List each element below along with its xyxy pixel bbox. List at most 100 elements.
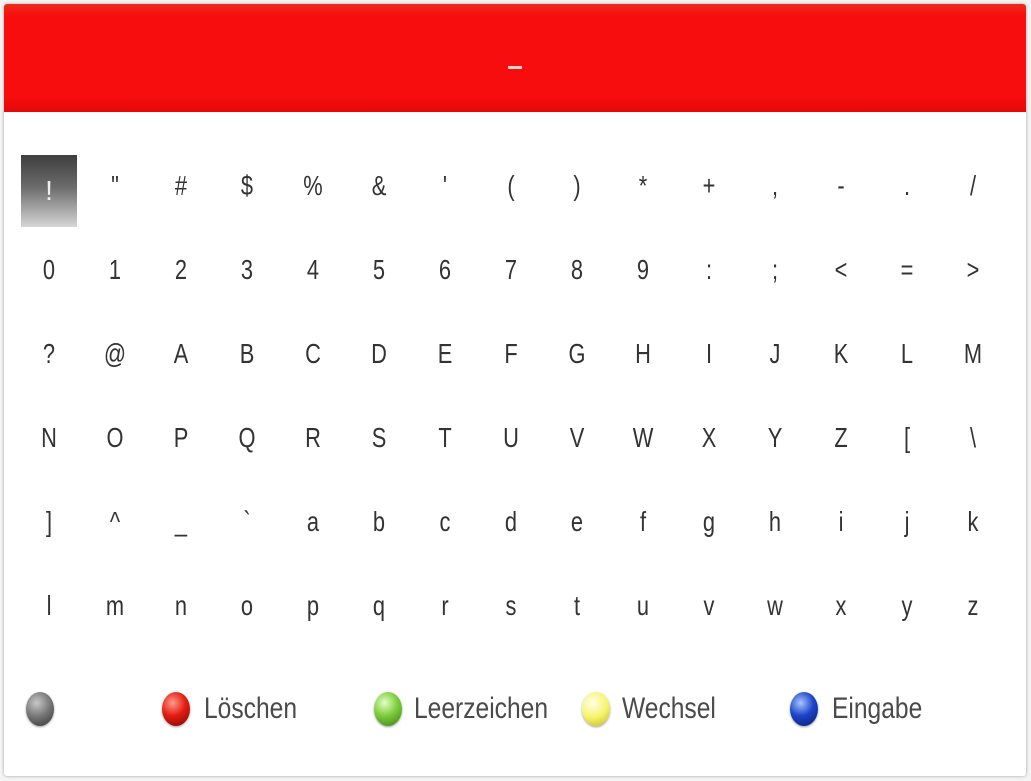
key-button[interactable]: l xyxy=(23,564,74,648)
legend-delete-label: Löschen xyxy=(204,692,298,725)
key-button[interactable]: \ xyxy=(947,396,998,480)
key-button[interactable]: b xyxy=(353,480,404,564)
key-button[interactable]: ; xyxy=(749,228,800,312)
key-button[interactable]: @ xyxy=(89,312,140,396)
key-button[interactable]: K xyxy=(815,312,866,396)
key-button[interactable]: 5 xyxy=(353,228,404,312)
key-button[interactable]: > xyxy=(947,228,998,312)
key-button[interactable]: P xyxy=(155,396,206,480)
key-button[interactable]: v xyxy=(683,564,734,648)
key-button[interactable]: Z xyxy=(815,396,866,480)
key-button[interactable]: ? xyxy=(23,312,74,396)
key-button[interactable]: J xyxy=(749,312,800,396)
key-button[interactable]: T xyxy=(419,396,470,480)
key-button[interactable]: = xyxy=(881,228,932,312)
key-button[interactable]: d xyxy=(485,480,536,564)
key-button[interactable]: j xyxy=(881,480,932,564)
legend-enter-label: Eingabe xyxy=(832,692,923,725)
key-button-selected[interactable]: ! xyxy=(16,144,82,228)
key-button[interactable]: V xyxy=(551,396,602,480)
key-button[interactable]: i xyxy=(815,480,866,564)
key-button[interactable]: / xyxy=(947,144,998,228)
key-button[interactable]: x xyxy=(815,564,866,648)
key-button[interactable]: U xyxy=(485,396,536,480)
key-button[interactable]: $ xyxy=(221,144,272,228)
key-button[interactable]: ` xyxy=(221,480,272,564)
key-button[interactable]: g xyxy=(683,480,734,564)
key-button[interactable]: M xyxy=(947,312,998,396)
key-button[interactable]: O xyxy=(89,396,140,480)
key-button[interactable]: ) xyxy=(551,144,602,228)
key-button[interactable]: e xyxy=(551,480,602,564)
key-button[interactable]: " xyxy=(89,144,140,228)
legend-switch[interactable]: Wechsel xyxy=(582,679,737,739)
key-button[interactable]: C xyxy=(287,312,338,396)
key-button[interactable]: : xyxy=(683,228,734,312)
key-button[interactable]: r xyxy=(419,564,470,648)
key-button[interactable]: X xyxy=(683,396,734,480)
legend-space-label: Leerzeichen xyxy=(414,692,549,725)
key-button[interactable]: + xyxy=(683,144,734,228)
key-button[interactable]: W xyxy=(617,396,668,480)
key-button[interactable]: I xyxy=(683,312,734,396)
key-button[interactable]: B xyxy=(221,312,272,396)
key-button[interactable]: p xyxy=(287,564,338,648)
key-button[interactable]: % xyxy=(287,144,338,228)
key-button[interactable]: ' xyxy=(419,144,470,228)
text-cursor xyxy=(508,65,522,69)
key-button[interactable]: < xyxy=(815,228,866,312)
key-button[interactable]: 8 xyxy=(551,228,602,312)
key-button[interactable]: m xyxy=(89,564,140,648)
key-button[interactable]: - xyxy=(815,144,866,228)
key-button[interactable]: u xyxy=(617,564,668,648)
key-button[interactable]: 9 xyxy=(617,228,668,312)
key-button[interactable]: S xyxy=(353,396,404,480)
key-button[interactable]: k xyxy=(947,480,998,564)
key-button[interactable]: D xyxy=(353,312,404,396)
text-input-field[interactable]: _ xyxy=(4,4,1026,112)
key-button[interactable]: E xyxy=(419,312,470,396)
key-button[interactable]: t xyxy=(551,564,602,648)
key-button[interactable]: H xyxy=(617,312,668,396)
key-button[interactable]: q xyxy=(353,564,404,648)
key-button[interactable]: & xyxy=(353,144,404,228)
key-button[interactable]: _ xyxy=(155,480,206,564)
key-button[interactable]: w xyxy=(749,564,800,648)
key-button[interactable]: 0 xyxy=(23,228,74,312)
key-button[interactable]: R xyxy=(287,396,338,480)
key-button[interactable]: * xyxy=(617,144,668,228)
key-button[interactable]: F xyxy=(485,312,536,396)
key-button[interactable]: 3 xyxy=(221,228,272,312)
legend-space[interactable]: Leerzeichen xyxy=(374,679,577,739)
legend-enter[interactable]: Eingabe xyxy=(790,679,942,739)
key-button[interactable]: y xyxy=(881,564,932,648)
key-button[interactable]: Q xyxy=(221,396,272,480)
key-button[interactable]: f xyxy=(617,480,668,564)
key-button[interactable]: ] xyxy=(23,480,74,564)
key-button[interactable]: s xyxy=(485,564,536,648)
key-button[interactable]: , xyxy=(749,144,800,228)
legend-delete[interactable]: Löschen xyxy=(162,679,317,739)
key-button[interactable]: . xyxy=(881,144,932,228)
key-button[interactable]: N xyxy=(23,396,74,480)
key-button[interactable]: L xyxy=(881,312,932,396)
key-button[interactable]: h xyxy=(749,480,800,564)
key-button[interactable]: Y xyxy=(749,396,800,480)
key-button[interactable]: ( xyxy=(485,144,536,228)
key-button[interactable]: n xyxy=(155,564,206,648)
key-button[interactable]: ^ xyxy=(89,480,140,564)
key-button[interactable]: o xyxy=(221,564,272,648)
key-button[interactable]: c xyxy=(419,480,470,564)
key-button[interactable]: 7 xyxy=(485,228,536,312)
key-button[interactable]: [ xyxy=(881,396,932,480)
key-button[interactable]: # xyxy=(155,144,206,228)
key-button[interactable]: A xyxy=(155,312,206,396)
key-button[interactable]: G xyxy=(551,312,602,396)
key-button[interactable]: z xyxy=(947,564,998,648)
key-button[interactable]: 2 xyxy=(155,228,206,312)
key-button[interactable]: a xyxy=(287,480,338,564)
key-button[interactable]: 1 xyxy=(89,228,140,312)
legend-grey[interactable] xyxy=(26,679,54,739)
key-button[interactable]: 4 xyxy=(287,228,338,312)
key-button[interactable]: 6 xyxy=(419,228,470,312)
